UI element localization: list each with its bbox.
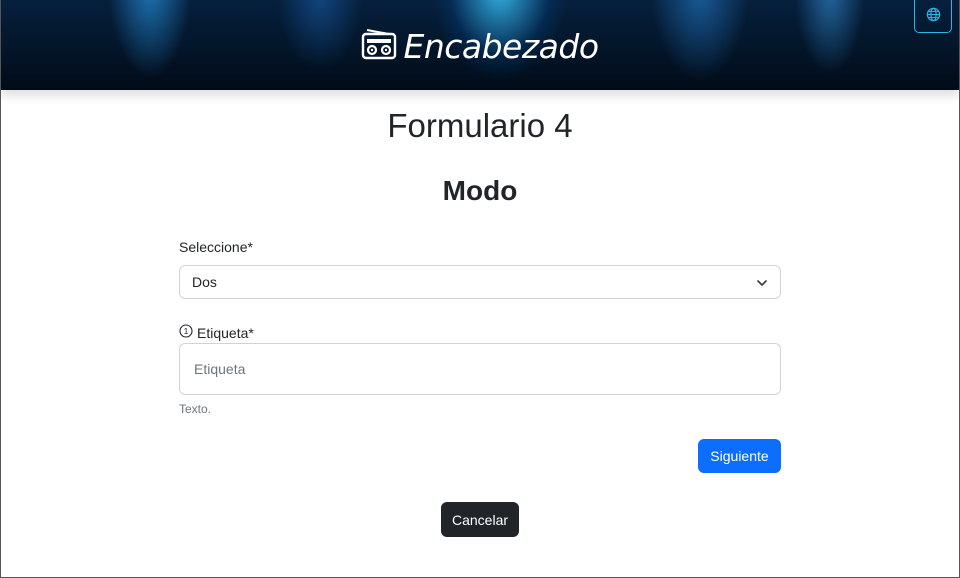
brand: Encabezado xyxy=(0,24,960,68)
mode-select[interactable]: Dos xyxy=(179,265,781,299)
help-text: Texto. xyxy=(179,402,212,416)
label-field-label: 1 Etiqueta* xyxy=(179,324,254,341)
info-circle-icon: 1 xyxy=(179,324,193,341)
label-field-text: Etiqueta* xyxy=(197,324,254,341)
language-button[interactable] xyxy=(914,0,952,33)
section-title: Modo xyxy=(442,175,518,206)
next-button[interactable]: Siguiente xyxy=(698,439,781,473)
brand-title: Encabezado xyxy=(403,26,599,66)
page-title: Formulario 4 xyxy=(387,107,573,144)
chevron-down-icon xyxy=(756,276,768,292)
cancel-button[interactable]: Cancelar xyxy=(441,502,519,537)
radio-icon xyxy=(361,28,397,65)
label-input[interactable] xyxy=(179,343,781,395)
page-header: Encabezado xyxy=(0,0,960,90)
globe-icon xyxy=(926,7,941,25)
select-value: Dos xyxy=(192,274,217,290)
svg-text:1: 1 xyxy=(184,326,189,336)
select-label: Seleccione* xyxy=(179,239,253,255)
